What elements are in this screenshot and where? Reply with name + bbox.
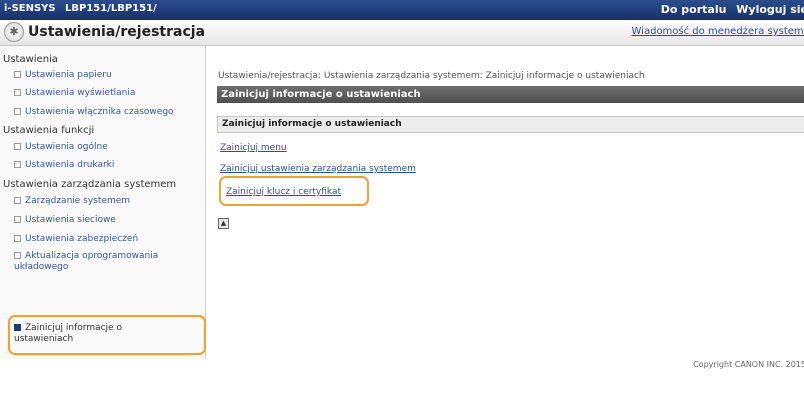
portal-link[interactable]: Do portalu — [661, 3, 727, 16]
page-heading-text: Zainicjuj informacje o ustawieniach — [221, 89, 421, 100]
bullet-icon — [14, 89, 21, 96]
sidebar-item-display[interactable]: Ustawienia wyświetlania — [14, 88, 135, 98]
page-heading: Zainicjuj informacje o ustawieniach — [217, 86, 804, 103]
section-heading-text: Zainicjuj informacje o ustawieniach — [222, 119, 402, 129]
sidebar-item-label: Ustawienia papieru — [25, 70, 112, 80]
settings-registration-icon: ✱ — [4, 22, 24, 42]
sidebar-item-general[interactable]: Ustawienia ogólne — [14, 142, 108, 152]
sidebar-item-system-management[interactable]: Zarządzanie systemem — [14, 196, 130, 206]
sidebar: Ustawienia Ustawienia papieru Ustawienia… — [0, 46, 206, 359]
sidebar-item-label: Aktualizacja oprogramowania układowego — [14, 251, 159, 272]
device-model: LBP151/LBP151/ — [65, 3, 157, 14]
bullet-icon — [14, 161, 21, 168]
copyright: Copyright CANON INC. 2015 — [693, 360, 804, 369]
logout-link[interactable]: Wyloguj się — [736, 3, 804, 16]
sidebar-item-timer[interactable]: Ustawienia włącznika czasowego — [14, 107, 174, 117]
bullet-icon — [14, 71, 21, 78]
sidebar-item-label: Ustawienia wyświetlania — [25, 88, 136, 98]
main-content: Ustawienia/rejestracja: Ustawienia zarzą… — [214, 46, 804, 359]
sidebar-item-label: Ustawienia drukarki — [25, 160, 115, 170]
highlight-frame — [219, 176, 369, 206]
section-heading: Zainicjuj informacje o ustawieniach — [217, 116, 804, 133]
sidebar-item-printer[interactable]: Ustawienia drukarki — [14, 160, 114, 170]
bullet-icon — [14, 108, 21, 115]
sidebar-item-security[interactable]: Ustawienia zabezpieczeń — [14, 234, 138, 244]
highlight-frame — [8, 315, 206, 355]
sidebar-item-label: Zarządzanie systemem — [25, 196, 131, 206]
sidebar-section-functions[interactable]: Ustawienia funkcji — [3, 125, 94, 136]
sidebar-item-network[interactable]: Ustawienia sieciowe — [14, 215, 116, 225]
message-to-admin-link[interactable]: Wiadomość do menedżera systemu — [632, 26, 804, 37]
bullet-icon — [14, 216, 21, 223]
top-bar: i-SENSYS LBP151/LBP151/ Do portalu Wylog… — [0, 0, 804, 20]
bullet-icon — [14, 252, 21, 259]
bullet-icon — [14, 197, 21, 204]
page-header: ✱ Ustawienia/rejestracja Wiadomość do me… — [0, 20, 804, 46]
breadcrumb: Ustawienia/rejestracja: Ustawienia zarzą… — [218, 71, 645, 81]
page-title: Ustawienia/rejestracja — [28, 24, 206, 40]
initialize-menu-link[interactable]: Zainicjuj menu — [220, 143, 287, 153]
bullet-icon — [14, 143, 21, 150]
sidebar-section-settings[interactable]: Ustawienia — [3, 54, 58, 65]
sidebar-item-firmware[interactable]: Aktualizacja oprogramowania układowego — [14, 251, 184, 273]
sidebar-item-label: Ustawienia ogólne — [25, 142, 108, 152]
bullet-icon — [14, 235, 21, 242]
sidebar-section-system[interactable]: Ustawienia zarządzania systemem — [3, 179, 176, 190]
sidebar-item-label: Ustawienia zabezpieczeń — [25, 234, 139, 244]
sidebar-item-label: Ustawienia sieciowe — [25, 215, 116, 225]
brand-name: i-SENSYS — [4, 3, 56, 14]
page-top-icon[interactable]: ▲ — [218, 218, 229, 229]
initialize-system-management-link[interactable]: Zainicjuj ustawienia zarządzania systeme… — [220, 164, 416, 174]
top-links: Do portalu Wyloguj się — [655, 3, 804, 16]
sidebar-item-paper[interactable]: Ustawienia papieru — [14, 70, 112, 80]
sidebar-item-label: Ustawienia włącznika czasowego — [25, 107, 174, 117]
